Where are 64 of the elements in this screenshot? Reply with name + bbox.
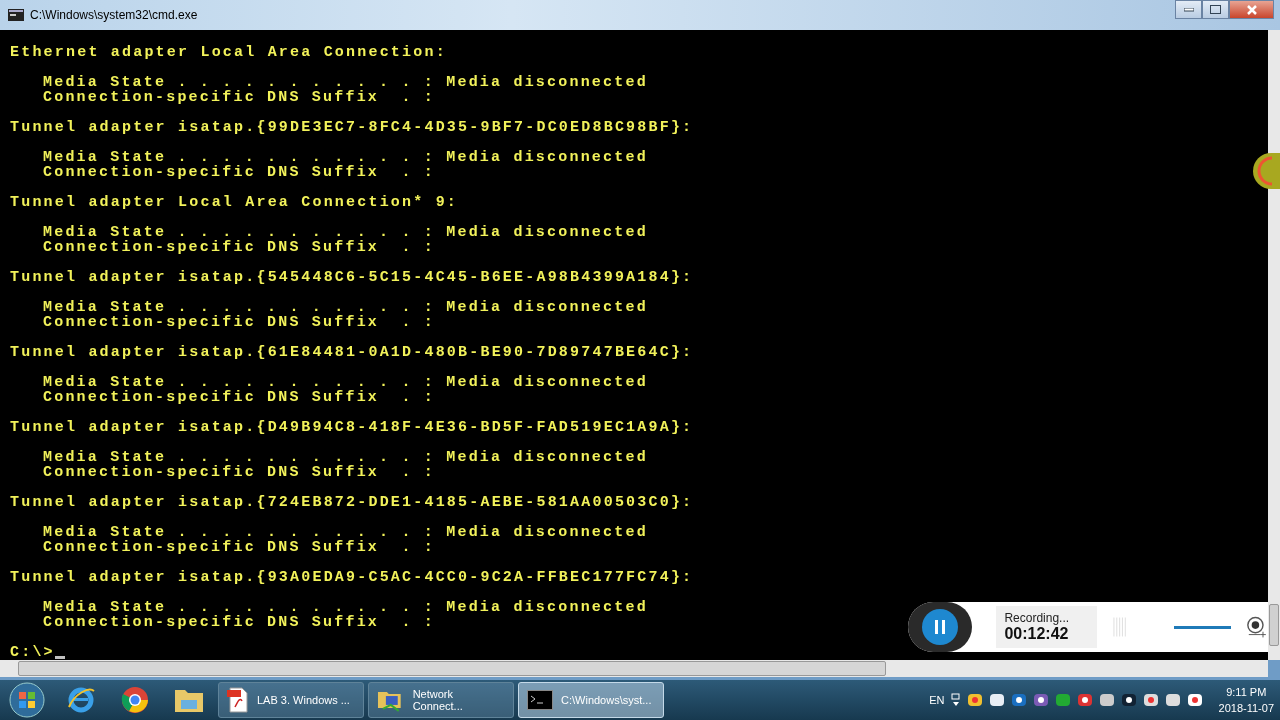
start-orb-icon[interactable] — [9, 682, 45, 718]
console-line: Media State . . . . . . . . . . . : Media disconnected — [43, 150, 648, 165]
clock-time[interactable]: 9:11 PM — [1226, 684, 1267, 700]
adapter-heading: Tunnel adapter Local Area Connection* 9: — [10, 195, 459, 210]
tray-arrow-icon[interactable] — [950, 693, 961, 707]
console-line: Connection-specific DNS Suffix . : — [43, 615, 436, 630]
console-line: Media State . . . . . . . . . . . : Media disconnected — [43, 75, 648, 90]
console-line: Media State . . . . . . . . . . . : Media disconnected — [43, 375, 648, 390]
adapter-heading: Tunnel adapter isatap.{61E84481-0A1D-480B-BE90-7D89747BE64C}: — [10, 345, 694, 360]
browser-e-icon[interactable] — [66, 685, 96, 715]
text-cursor — [54, 656, 65, 659]
adapter-heading: Ethernet adapter Local Area Connection: — [10, 45, 447, 60]
pdf-file-icon — [227, 687, 249, 713]
volume-slider[interactable] — [1174, 625, 1232, 629]
console-icon — [8, 9, 24, 21]
console-line: Media State . . . . . . . . . . . : Media disconnected — [43, 300, 648, 315]
tray-icon[interactable] — [1164, 692, 1181, 708]
tray-icon[interactable] — [1186, 692, 1203, 708]
adapter-heading: Tunnel adapter isatap.{545448C6-5C15-4C45-B6EE-A98B4399A184}: — [10, 270, 694, 285]
tray-icon[interactable] — [1076, 692, 1093, 708]
console-line: Media State . . . . . . . . . . . : Media disconnected — [43, 600, 648, 615]
console-line: Connection-specific DNS Suffix . : — [43, 315, 436, 330]
console-line: Connection-specific DNS Suffix . : — [43, 90, 436, 105]
minimize-icon — [1183, 7, 1194, 12]
adapter-heading: Tunnel adapter isatap.{D49B94C8-418F-4E36-BD5F-FAD519EC1A9A}: — [10, 420, 694, 435]
adapter-heading: Tunnel adapter isatap.{99DE3EC7-8FC4-4D35-9BF7-DC0ED8BC98BF}: — [10, 120, 694, 135]
adapter-heading: Tunnel adapter isatap.{724EB872-DDE1-4185-AEBE-581AA00503C0}: — [10, 495, 694, 510]
console-line: Connection-specific DNS Suffix . : — [43, 165, 436, 180]
clock-date[interactable]: 2018-11-07 — [1218, 700, 1274, 716]
console-line: Media State . . . . . . . . . . . : Media disconnected — [43, 450, 648, 465]
tray-icon[interactable] — [1098, 692, 1115, 708]
tray-icon[interactable] — [1120, 692, 1137, 708]
console-line: Media State . . . . . . . . . . . : Media disconnected — [43, 525, 648, 540]
recording-status: Recording... — [1004, 611, 1071, 625]
vertical-scrollbar[interactable] — [1268, 30, 1280, 660]
console-line: Connection-specific DNS Suffix . : — [43, 390, 436, 405]
grip-icon[interactable] — [1113, 617, 1127, 637]
pause-button[interactable] — [922, 609, 959, 645]
taskbar-button[interactable]: Network Connect... — [368, 682, 514, 718]
tray-icon[interactable] — [1032, 692, 1049, 708]
recording-timer: 00:12:42 — [1004, 625, 1070, 643]
webcam-icon[interactable] — [1245, 615, 1268, 639]
language-indicator[interactable]: EN — [929, 694, 945, 706]
browser-ring-icon[interactable] — [120, 685, 150, 715]
maximize-button[interactable] — [1202, 0, 1229, 19]
console-line: Media State . . . . . . . . . . . : Media disconnected — [43, 225, 648, 240]
horizontal-scrollbar[interactable] — [0, 660, 1268, 677]
console-line: Connection-specific DNS Suffix . : — [43, 540, 436, 555]
console-icon — [527, 690, 553, 710]
click-highlight-icon — [1252, 152, 1280, 190]
command-prompt: C:\> — [10, 645, 55, 660]
adapter-heading: Tunnel adapter isatap.{93A0EDA9-C5AC-4CC0-9C2A-FFBEC177FC74}: — [10, 570, 694, 585]
window-title: C:\Windows\system32\cmd.exe — [30, 8, 198, 22]
tray-icon[interactable] — [966, 692, 983, 708]
tray-icon[interactable] — [988, 692, 1005, 708]
close-button[interactable] — [1229, 0, 1274, 19]
console-line: Connection-specific DNS Suffix . : — [43, 465, 436, 480]
maximize-icon — [1210, 5, 1221, 14]
close-icon — [1245, 4, 1258, 15]
pause-icon — [934, 620, 947, 634]
taskbar-button[interactable]: LAB 3. Windows ... — [218, 682, 364, 718]
tray-icon[interactable] — [1010, 692, 1027, 708]
console-line: Connection-specific DNS Suffix . : — [43, 240, 436, 255]
tray-icon[interactable] — [1142, 692, 1159, 708]
